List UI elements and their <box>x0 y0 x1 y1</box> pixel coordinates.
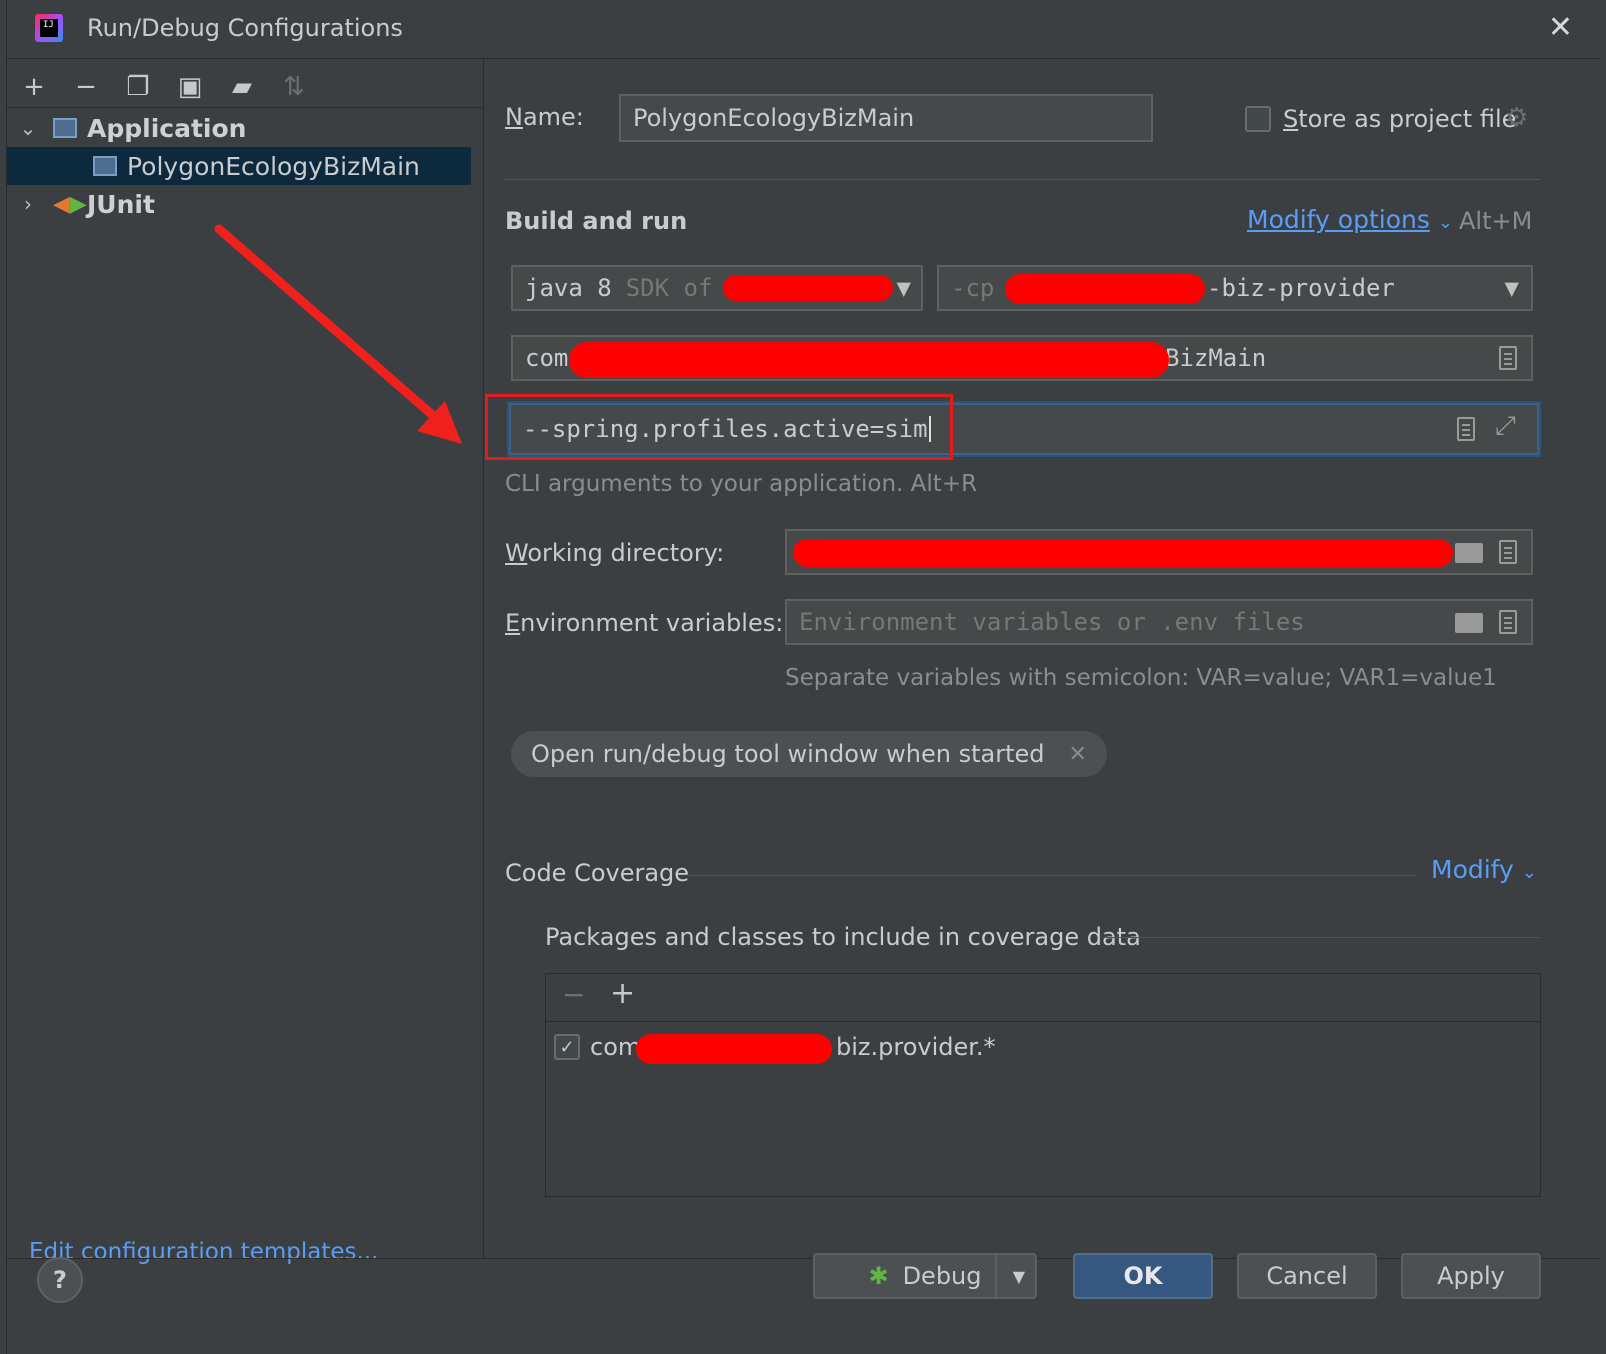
tool-window-option-chip[interactable]: Open run/debug tool window when started … <box>511 731 1107 777</box>
main-class-suffix: BizMain <box>1165 344 1267 372</box>
debug-button[interactable]: ✱ Debug ▼ <box>813 1253 1037 1299</box>
insert-macro-icon[interactable] <box>1499 540 1517 564</box>
new-folder-icon[interactable]: ▰ <box>227 72 257 102</box>
debug-label: Debug <box>902 1262 982 1290</box>
modify-label: Modify <box>1431 855 1514 884</box>
copy-icon[interactable]: ❐ <box>123 72 153 102</box>
browse-class-icon[interactable] <box>1499 346 1517 370</box>
chevron-down-icon: ⌄ <box>1437 212 1453 233</box>
config-tree-panel: + − ❐ ▣ ▰ ⇅ ⌄ Application PolygonEcology… <box>7 59 484 1265</box>
package-suffix: biz.provider.* <box>836 1033 996 1061</box>
application-icon <box>53 118 77 138</box>
chevron-down-icon: ⌄ <box>1521 862 1537 883</box>
edit-templates-link[interactable]: Edit configuration templates... <box>29 1239 378 1265</box>
bug-icon: ✱ <box>868 1262 889 1290</box>
modify-shortcut: Alt+M <box>1459 207 1533 235</box>
module-name: -biz-provider <box>1207 274 1395 302</box>
coverage-modify-link[interactable]: Modify ⌄ <box>1431 855 1537 884</box>
dropdown-arrow-icon: ▼ <box>896 274 911 302</box>
help-button[interactable]: ? <box>37 1257 83 1303</box>
toolbar-separator <box>7 107 483 108</box>
env-hint: Separate variables with semicolon: VAR=v… <box>785 665 1497 691</box>
annotation-arrow <box>214 224 462 444</box>
env-variables-input[interactable]: Environment variables or .env files <box>785 599 1533 645</box>
list-toolbar: − + <box>546 974 1540 1022</box>
store-project-label: Store as project file <box>1283 105 1517 133</box>
divider <box>1103 937 1539 938</box>
edit-env-icon[interactable] <box>1499 610 1517 634</box>
coverage-package-list: − + ✓ com biz.provider.* <box>545 973 1541 1197</box>
modify-options-label: Modify options <box>1247 205 1430 234</box>
modify-options-link[interactable]: Modify options ⌄ <box>1247 205 1453 234</box>
tree-item-label: PolygonEcologyBizMain <box>127 151 420 181</box>
tree-item-application[interactable]: ⌄ Application <box>17 109 477 147</box>
cli-hint: CLI arguments to your application. Alt+R <box>505 471 978 497</box>
remove-icon[interactable]: − <box>562 978 585 1011</box>
run-debug-dialog: IJ Run/Debug Configurations ✕ + − ❐ ▣ ▰ … <box>6 0 1601 1354</box>
maximize-icon[interactable]: ⤢ <box>1495 411 1516 442</box>
build-run-heading: Build and run <box>505 207 688 235</box>
dropdown-arrow-icon[interactable]: ▼ <box>1013 1267 1025 1286</box>
ok-button[interactable]: OK <box>1073 1253 1213 1299</box>
cp-flag: -cp <box>951 274 995 302</box>
apply-button[interactable]: Apply <box>1401 1253 1541 1299</box>
remove-icon[interactable]: − <box>71 72 101 102</box>
redaction-mark <box>569 342 1169 378</box>
tree-toolbar: + − ❐ ▣ ▰ ⇅ <box>19 67 309 107</box>
close-icon[interactable]: ✕ <box>1548 10 1573 45</box>
window-title: Run/Debug Configurations <box>87 14 403 42</box>
jdk-version: java 8 <box>525 274 612 302</box>
redaction-mark <box>723 275 893 301</box>
package-prefix: com <box>590 1033 642 1061</box>
chevron-down-icon[interactable]: ⌄ <box>17 116 39 140</box>
save-icon[interactable]: ▣ <box>175 72 205 102</box>
tree-item-polygon-main[interactable]: PolygonEcologyBizMain <box>7 147 471 185</box>
env-variables-label: Environment variables: <box>505 609 784 637</box>
name-input[interactable]: PolygonEcologyBizMain <box>619 94 1153 142</box>
application-icon <box>93 156 117 176</box>
list-item[interactable]: ✓ com biz.provider.* <box>554 1030 996 1064</box>
package-checkbox[interactable]: ✓ <box>554 1034 580 1060</box>
close-icon[interactable]: ✕ <box>1069 742 1087 767</box>
working-directory-label: Working directory: <box>505 539 725 567</box>
redaction-mark <box>793 539 1453 567</box>
add-icon[interactable]: + <box>610 976 635 1011</box>
packages-label: Packages and classes to include in cover… <box>545 923 1141 951</box>
folder-icon[interactable] <box>1455 613 1483 633</box>
divider <box>505 179 1540 180</box>
tree-item-label: JUnit <box>87 189 155 219</box>
folder-icon[interactable] <box>1455 543 1483 563</box>
env-placeholder: Environment variables or .env files <box>799 608 1305 636</box>
tree-item-label: Application <box>87 113 247 143</box>
gear-icon[interactable]: ⚙ <box>1505 103 1528 133</box>
name-label: Name: <box>505 103 584 131</box>
tree-item-junit[interactable]: › ◀▶ JUnit <box>17 185 477 223</box>
intellij-logo-icon: IJ <box>35 14 63 42</box>
redaction-mark <box>636 1034 832 1064</box>
chip-label: Open run/debug tool window when started <box>531 740 1045 768</box>
junit-icon: ◀▶ <box>53 191 87 217</box>
divider <box>689 875 1417 876</box>
title-bar: IJ Run/Debug Configurations ✕ <box>7 0 1601 59</box>
split-divider <box>995 1255 997 1297</box>
code-coverage-heading: Code Coverage <box>505 859 690 887</box>
cancel-button[interactable]: Cancel <box>1237 1253 1377 1299</box>
annotation-highlight-box <box>485 394 953 460</box>
add-icon[interactable]: + <box>19 72 49 102</box>
dropdown-arrow-icon: ▼ <box>1504 274 1519 302</box>
redaction-mark <box>1005 274 1205 304</box>
sort-icon[interactable]: ⇅ <box>279 72 309 102</box>
chevron-right-icon[interactable]: › <box>17 192 39 216</box>
store-project-checkbox[interactable] <box>1245 106 1271 132</box>
expand-text-icon[interactable] <box>1457 417 1475 441</box>
